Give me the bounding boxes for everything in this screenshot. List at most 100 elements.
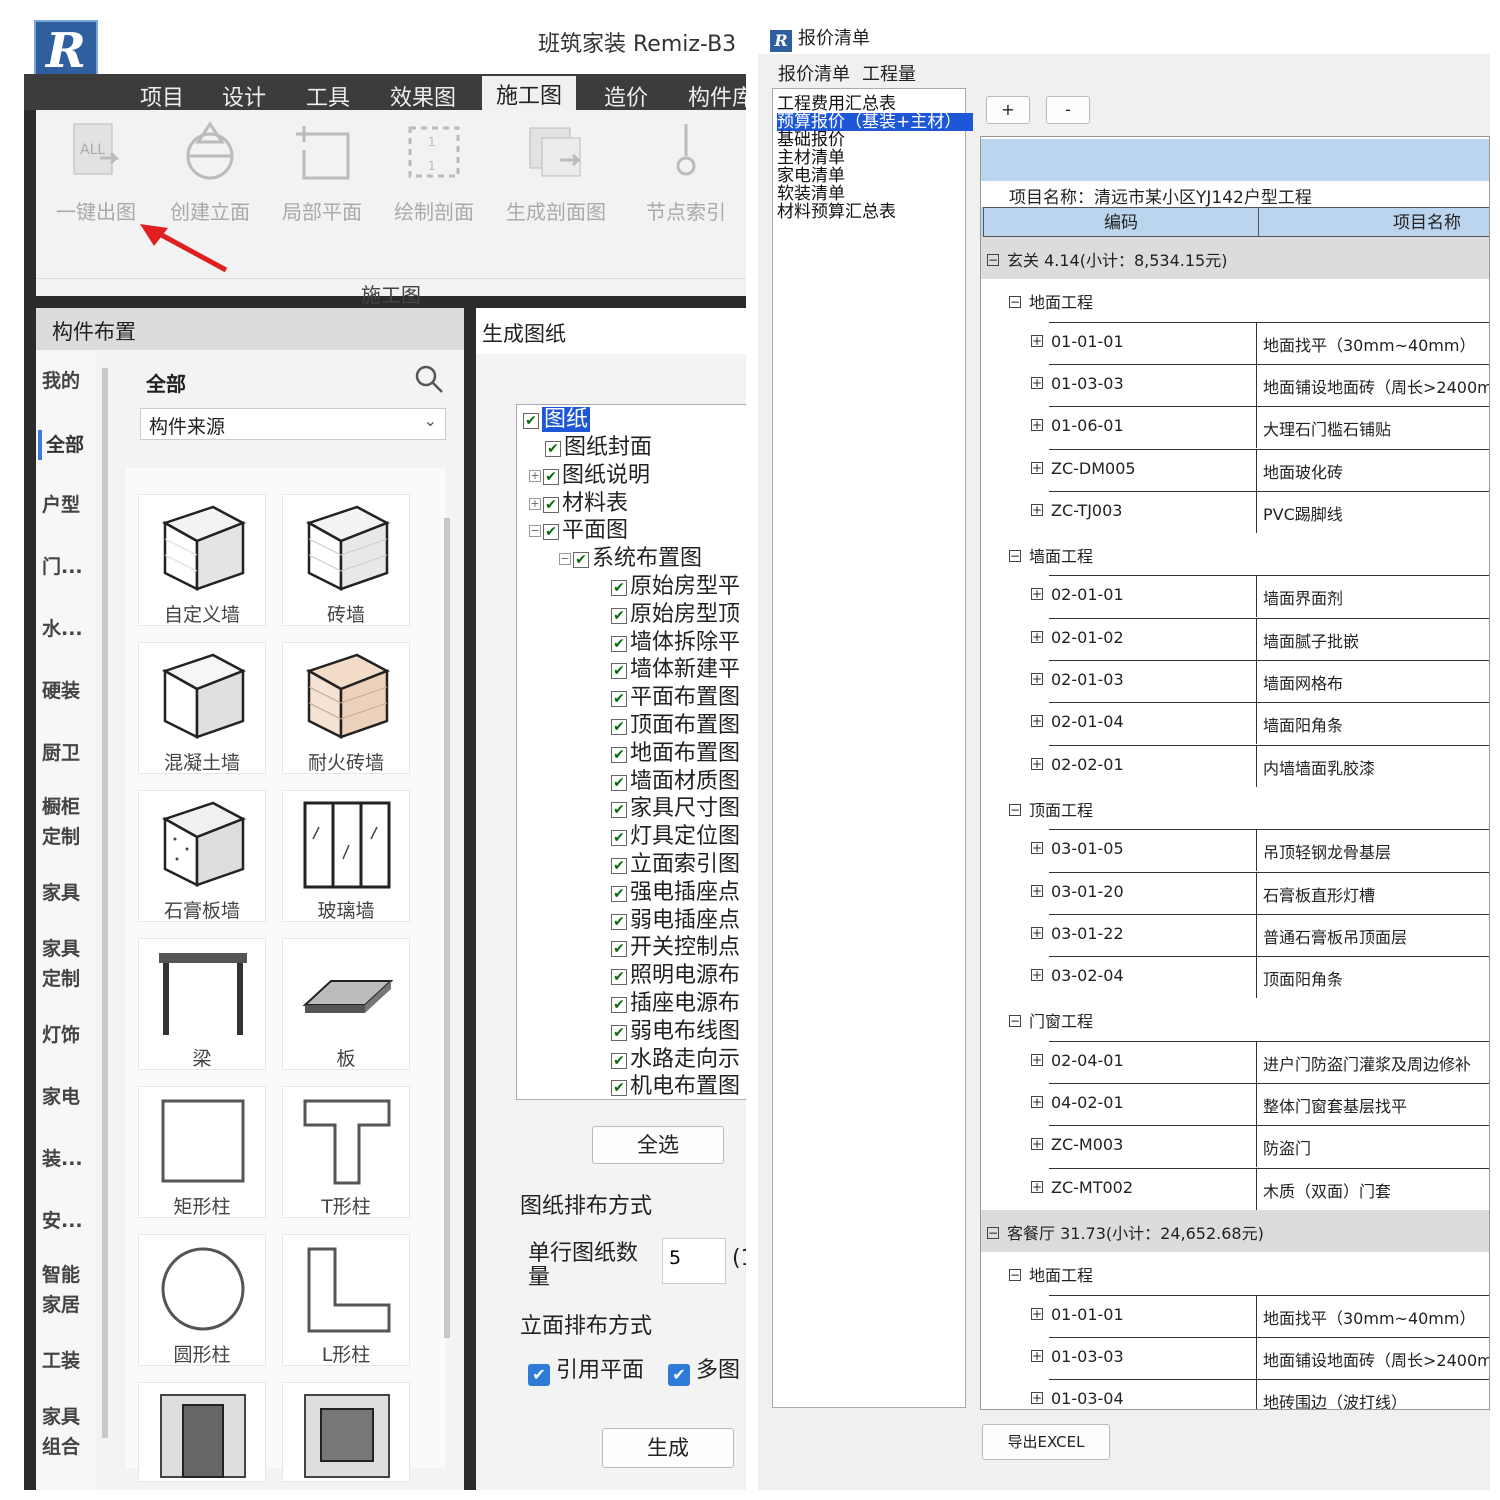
tree-node[interactable]: + ✔ 图纸说明 <box>529 463 650 489</box>
node-index-button[interactable]: 节点索引 <box>636 120 736 225</box>
room-row[interactable]: − 玄关 4.14(小计：8,534.15元) <box>981 237 1489 279</box>
menu-construction[interactable]: 施工图 <box>482 76 577 110</box>
checkbox-checked-icon[interactable]: ✔ <box>611 719 627 735</box>
table-row[interactable]: +03-01-05 吊顶轻钢龙骨基层 <box>981 829 1489 872</box>
draw-section-button[interactable]: 11 绘制剖面 <box>384 120 484 225</box>
room-row[interactable]: − 客餐厅 31.73(小计：24,652.68元) <box>981 1209 1489 1252</box>
checkbox-checked-icon[interactable]: ✔ <box>611 1024 627 1041</box>
tree-leaf[interactable]: ✔ 墙体新建平 <box>611 657 740 683</box>
menu-render[interactable]: 效果图 <box>390 80 456 112</box>
expand-icon[interactable]: + <box>1031 715 1043 728</box>
group-row[interactable]: − 墙面工程 <box>981 533 1489 575</box>
tree-leaf[interactable]: ✔ 原始房型平 <box>611 574 740 600</box>
checkbox-checked-icon[interactable]: ✔ <box>611 1080 627 1097</box>
checkbox-checked-icon[interactable]: ✔ <box>611 1052 627 1069</box>
tile-beam[interactable]: 梁 <box>138 938 266 1070</box>
tile-gypsum-wall[interactable]: 石膏板墙 <box>138 790 266 922</box>
collapse-icon[interactable]: − <box>559 553 571 566</box>
checkbox-checked-icon[interactable]: ✔ <box>611 941 627 958</box>
checkbox-checked-icon[interactable]: ✔ <box>611 830 627 847</box>
table-row[interactable]: +02-01-04 墙面阳角条 <box>981 702 1489 745</box>
expand-icon[interactable]: + <box>1031 1307 1043 1320</box>
table-row[interactable]: + ZC-TJ003 PVC踢脚线 <box>981 490 1489 533</box>
checkbox-checked-icon[interactable]: ✔ <box>611 858 627 874</box>
group-row[interactable]: − 门窗工程 <box>981 998 1489 1040</box>
tile-brick-wall[interactable]: 砖墙 <box>282 494 410 626</box>
checkbox-checked-icon[interactable]: ✔ <box>611 969 627 986</box>
category-kitchen-bath[interactable]: 厨卫 <box>42 738 92 768</box>
tree-leaf[interactable]: ✔ 水路走向示 <box>611 1047 740 1073</box>
tree-node[interactable]: + ✔ 材料表 <box>529 491 628 517</box>
tree-leaf[interactable]: ✔ 墙面材质图 <box>611 769 740 795</box>
table-row[interactable]: +01-01-01 地面找平（30mm~40mm） <box>981 1294 1489 1337</box>
per-row-input[interactable]: 5 <box>662 1238 726 1284</box>
tile-round-column[interactable]: 圆形柱 <box>138 1234 266 1366</box>
expand-icon[interactable]: + <box>1031 1096 1043 1108</box>
category-water[interactable]: 水... <box>42 614 92 644</box>
expand-icon[interactable]: + <box>1031 419 1043 432</box>
expand-icon[interactable]: + <box>1031 503 1043 516</box>
checkbox-checked-icon[interactable]: ✔ <box>611 635 627 652</box>
component-source-select[interactable]: 构件来源 ⌄ <box>140 408 446 440</box>
list-item[interactable]: 基础报价 <box>777 131 845 149</box>
list-item[interactable]: 主材清单 <box>777 149 845 167</box>
expand-icon[interactable]: + <box>1031 884 1043 897</box>
table-row[interactable]: +03-01-22 普通石膏板吊顶面层 <box>981 913 1489 956</box>
category-cabinet-custom[interactable]: 橱柜定制 <box>42 792 92 852</box>
checkbox-checked-icon[interactable]: ✔ <box>611 997 627 1013</box>
create-elevation-button[interactable]: 创建立面 <box>160 120 260 225</box>
checkbox-checked-icon[interactable]: ✔ <box>611 607 627 624</box>
collapse-all-button[interactable]: - <box>1046 96 1090 124</box>
category-lighting[interactable]: 灯饰 <box>42 1020 92 1050</box>
tile-firebrick-wall[interactable]: 耐火砖墙 <box>282 642 410 774</box>
export-excel-button[interactable]: 导出EXCEL <box>982 1424 1110 1460</box>
table-row[interactable]: +04-02-01 整体门窗套基层找平 <box>981 1083 1489 1125</box>
generate-section-button[interactable]: 生成剖面图 <box>506 120 606 225</box>
table-row[interactable]: +03-01-20 石膏板直形灯槽 <box>981 871 1489 914</box>
tree-leaf[interactable]: ✔ 原始房型顶 <box>611 602 740 628</box>
expand-icon[interactable]: + <box>1031 926 1043 939</box>
collapse-icon[interactable]: − <box>1009 1269 1021 1282</box>
tile-concrete-wall[interactable]: 混凝土墙 <box>138 642 266 774</box>
table-row[interactable]: +01-06-01 大理石门槛石铺贴 <box>981 406 1489 449</box>
table-row[interactable]: +02-04-01 进户门防盗门灌浆及周边修补 <box>981 1040 1489 1083</box>
checkbox-checked-icon[interactable]: ✔ <box>611 774 627 791</box>
expand-icon[interactable]: + <box>1031 757 1043 770</box>
category-all[interactable]: 全部 <box>38 430 88 460</box>
tree-leaf[interactable]: ✔ 顶面布置图 <box>611 713 740 739</box>
expand-icon[interactable]: + <box>529 497 541 510</box>
tree-leaf[interactable]: ✔ 开关控制点 <box>611 935 740 961</box>
tree-leaf[interactable]: ✔ 照明电源布 <box>611 963 740 989</box>
column-code[interactable]: 编码 <box>983 207 1259 237</box>
menu-project[interactable]: 项目 <box>140 80 184 112</box>
list-item[interactable]: 材料预算汇总表 <box>777 203 896 221</box>
tile-window-column[interactable] <box>282 1382 410 1482</box>
tree-node-root[interactable]: ✔ 图纸 <box>523 407 591 433</box>
group-row[interactable]: − 顶面工程 <box>981 787 1489 829</box>
expand-all-button[interactable]: + <box>986 96 1030 124</box>
column-item-name[interactable]: 项目名称 <box>1258 207 1489 237</box>
expand-icon[interactable]: + <box>1031 842 1043 855</box>
checkbox-checked-icon[interactable]: ✔ <box>611 580 627 596</box>
category-doors[interactable]: 门... <box>42 552 92 582</box>
list-item-selected[interactable]: 预算报价（基装+主材） <box>777 113 974 131</box>
tree-node[interactable]: − ✔ 平面图 <box>529 518 628 544</box>
grid-scrollbar[interactable] <box>444 518 450 1338</box>
table-row[interactable]: +02-01-03 墙面网格布 <box>981 660 1489 702</box>
collapse-icon[interactable]: − <box>987 1226 999 1239</box>
category-appliance[interactable]: 家电 <box>42 1082 92 1112</box>
checkbox-checked-icon[interactable]: ✔ <box>543 524 559 541</box>
tree-leaf[interactable]: ✔ 立面索引图 <box>611 852 740 878</box>
tab-quote-list[interactable]: 报价清单 <box>778 60 850 86</box>
tree-leaf[interactable]: ✔ 弱电插座点 <box>611 908 740 934</box>
category-decor[interactable]: 装... <box>42 1144 92 1174</box>
list-item[interactable]: 家电清单 <box>777 167 845 185</box>
category-install[interactable]: 安... <box>42 1206 92 1236</box>
table-row[interactable]: +02-01-01 墙面界面剂 <box>981 575 1489 618</box>
multi-view-checkbox[interactable]: ✔ 多图 <box>668 1352 740 1386</box>
menu-library[interactable]: 构件库 <box>688 80 746 112</box>
checkbox-checked-icon[interactable]: ✔ <box>611 691 627 708</box>
category-furniture[interactable]: 家具 <box>42 878 92 908</box>
tree-node[interactable]: ✔ 图纸封面 <box>529 435 652 461</box>
expand-icon[interactable]: + <box>529 469 541 482</box>
